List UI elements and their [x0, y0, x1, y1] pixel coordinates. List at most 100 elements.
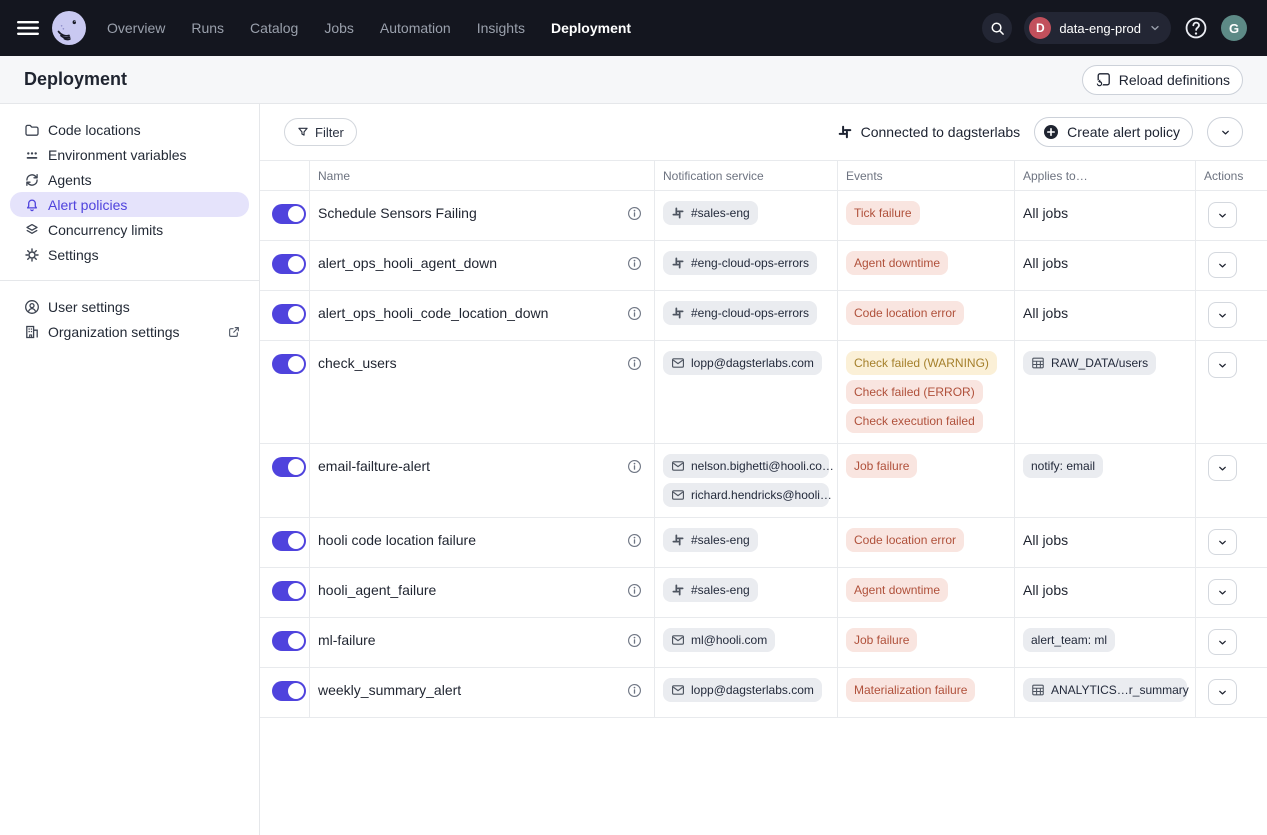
avatar[interactable]: G: [1221, 15, 1247, 41]
policy-name: check_users: [318, 355, 397, 371]
chevron-down-icon: [1220, 127, 1231, 138]
create-alert-policy-button[interactable]: Create alert policy: [1034, 117, 1193, 147]
sidebar-item-concurrency-limits[interactable]: Concurrency limits: [10, 217, 249, 242]
enabled-toggle[interactable]: [272, 581, 306, 601]
main-content: Filter Connected to dagsterlabs Create a…: [260, 104, 1267, 835]
slack-icon: [671, 256, 685, 270]
enabled-toggle[interactable]: [272, 204, 306, 224]
notification-label: #sales-eng: [691, 533, 750, 547]
table-row: hooli code location failure#sales-engCod…: [260, 518, 1267, 568]
row-actions-button[interactable]: [1208, 455, 1237, 481]
event-tag: Tick failure: [846, 201, 920, 225]
table-row: email-failture-alertnelson.bighetti@hool…: [260, 444, 1267, 518]
row-actions-button[interactable]: [1208, 352, 1237, 378]
connected-status: Connected to dagsterlabs: [837, 124, 1021, 140]
table-header-row: Name Notification service Events Applies…: [260, 161, 1267, 191]
hamburger-menu-button[interactable]: [16, 16, 40, 40]
info-icon[interactable]: [627, 533, 642, 548]
sidebar-item-agents[interactable]: Agents: [10, 167, 249, 192]
table-row: alert_ops_hooli_agent_down#eng-cloud-ops…: [260, 241, 1267, 291]
chevron-down-icon: [1217, 687, 1228, 698]
row-actions-button[interactable]: [1208, 679, 1237, 705]
info-icon[interactable]: [627, 633, 642, 648]
applies-to-value: notify: email: [1031, 459, 1095, 473]
table-row: hooli_agent_failure#sales-engAgent downt…: [260, 568, 1267, 618]
nav-item-automation[interactable]: Automation: [380, 20, 451, 36]
event-tag: Check failed (WARNING): [846, 351, 997, 375]
deployment-badge: D: [1029, 17, 1051, 39]
sidebar-item-user-settings[interactable]: User settings: [10, 294, 249, 319]
chevron-down-icon: [1217, 210, 1228, 221]
cell-name: check_users: [310, 341, 655, 443]
cell-enabled: [260, 444, 310, 517]
notification-label: #sales-eng: [691, 583, 750, 597]
enabled-toggle[interactable]: [272, 254, 306, 274]
filter-icon: [297, 126, 309, 138]
help-button[interactable]: [1183, 15, 1209, 41]
sidebar-divider: [0, 280, 259, 281]
notification-badge: nelson.bighetti@hooli.co…: [663, 454, 829, 478]
nav-item-insights[interactable]: Insights: [477, 20, 525, 36]
org-icon: [24, 324, 40, 340]
cell-actions: [1196, 341, 1267, 443]
info-icon[interactable]: [627, 256, 642, 271]
enabled-toggle[interactable]: [272, 354, 306, 374]
applies-to-value: All jobs: [1023, 305, 1068, 321]
policy-name: Schedule Sensors Failing: [318, 205, 477, 221]
row-actions-button[interactable]: [1208, 252, 1237, 278]
row-actions-button[interactable]: [1208, 202, 1237, 228]
deployment-switcher[interactable]: D data-eng-prod: [1024, 12, 1171, 44]
nav-item-overview[interactable]: Overview: [107, 20, 165, 36]
page-title: Deployment: [24, 69, 127, 90]
nav-item-deployment[interactable]: Deployment: [551, 20, 631, 36]
toggle-knob: [288, 206, 304, 222]
notification-label: #eng-cloud-ops-errors: [691, 306, 809, 320]
cell-enabled: [260, 291, 310, 340]
enabled-toggle[interactable]: [272, 304, 306, 324]
sidebar-item-organization-settings[interactable]: Organization settings: [10, 319, 249, 344]
applies-to-value: All jobs: [1023, 532, 1068, 548]
enabled-toggle[interactable]: [272, 457, 306, 477]
row-actions-button[interactable]: [1208, 629, 1237, 655]
notification-label: nelson.bighetti@hooli.co…: [691, 459, 834, 473]
nav-item-runs[interactable]: Runs: [191, 20, 224, 36]
sidebar-item-code-locations[interactable]: Code locations: [10, 117, 249, 142]
notification-badge: #eng-cloud-ops-errors: [663, 301, 817, 325]
applies-to-value: All jobs: [1023, 582, 1068, 598]
table-body: Schedule Sensors Failing #sales-eng Tick f…: [260, 191, 1267, 718]
info-icon[interactable]: [627, 683, 642, 698]
enabled-toggle[interactable]: [272, 631, 306, 651]
info-icon[interactable]: [627, 356, 642, 371]
row-actions-button[interactable]: [1208, 302, 1237, 328]
cell-notification-service: #sales-eng: [655, 191, 838, 240]
sidebar-item-settings[interactable]: Settings: [10, 242, 249, 267]
search-button[interactable]: [982, 13, 1012, 43]
create-options-button[interactable]: [1207, 117, 1243, 147]
enabled-toggle[interactable]: [272, 531, 306, 551]
email-icon: [671, 683, 685, 697]
row-actions-button[interactable]: [1208, 579, 1237, 605]
info-icon[interactable]: [627, 206, 642, 221]
chevron-down-icon: [1217, 260, 1228, 271]
cell-actions: [1196, 518, 1267, 567]
reload-definitions-button[interactable]: Reload definitions: [1082, 65, 1243, 95]
info-icon[interactable]: [627, 583, 642, 598]
filter-button[interactable]: Filter: [284, 118, 357, 146]
applies-to-badge: RAW_DATA/users: [1023, 351, 1156, 375]
cell-name: hooli_agent_failure: [310, 568, 655, 617]
info-icon[interactable]: [627, 459, 642, 474]
event-tag: Agent downtime: [846, 251, 948, 275]
row-actions-button[interactable]: [1208, 529, 1237, 555]
header-events: Events: [838, 161, 1015, 190]
cell-applies-to: All jobs: [1015, 568, 1196, 617]
info-icon[interactable]: [627, 306, 642, 321]
sidebar-item-environment-variables[interactable]: Environment variables: [10, 142, 249, 167]
nav-item-catalog[interactable]: Catalog: [250, 20, 298, 36]
policy-name: alert_ops_hooli_agent_down: [318, 255, 497, 271]
policy-name: hooli code location failure: [318, 532, 476, 548]
policy-name: hooli_agent_failure: [318, 582, 436, 598]
sidebar-item-alert-policies[interactable]: Alert policies: [10, 192, 249, 217]
enabled-toggle[interactable]: [272, 681, 306, 701]
policy-name: ml-failure: [318, 632, 376, 648]
nav-item-jobs[interactable]: Jobs: [324, 20, 354, 36]
